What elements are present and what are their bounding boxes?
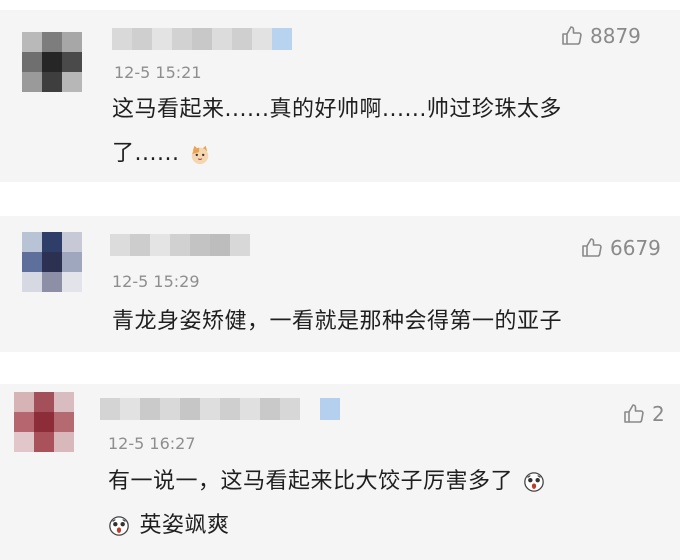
comment-text: 有一说一，这马看起来比大饺子厉害多了 英姿飒爽 [108, 460, 545, 548]
comment-line: 了...... [112, 132, 562, 176]
like-button[interactable]: 2 [622, 402, 665, 426]
comment-card: 6679 12-5 15:29 青龙身姿矫健，一看就是那种会得第一的亚子 [0, 216, 680, 352]
username[interactable] [100, 398, 360, 420]
thumbs-up-icon [562, 26, 582, 45]
like-button[interactable]: 6679 [580, 236, 661, 260]
comment-text: 这马看起来......真的好帅啊......帅过珍珠太多 了...... [112, 88, 562, 176]
comment-line: 有一说一，这马看起来比大饺子厉害多了 [108, 460, 545, 504]
avatar[interactable] [22, 232, 82, 292]
thumbs-up-icon [624, 404, 644, 423]
comment-text: 青龙身姿矫健，一看就是那种会得第一的亚子 [112, 300, 562, 344]
timestamp: 12-5 15:21 [114, 63, 202, 82]
comment-line: 这马看起来......真的好帅啊......帅过珍珠太多 [112, 97, 562, 122]
scared-face-icon [109, 516, 129, 536]
like-button[interactable]: 8879 [560, 24, 641, 48]
comment-card: 8879 12-5 15:21 这马看起来......真的好帅啊......帅过… [0, 10, 680, 182]
avatar[interactable] [14, 392, 74, 452]
timestamp: 12-5 16:27 [108, 434, 196, 453]
scared-face-icon [523, 472, 544, 492]
comment-line: 英姿飒爽 [108, 504, 545, 548]
comment-line: 青龙身姿矫健，一看就是那种会得第一的亚子 [112, 309, 563, 334]
comment-card: 2 12-5 16:27 有一说一，这马看起来比大饺子厉害多了 英姿飒爽 [0, 384, 680, 560]
username[interactable] [112, 28, 302, 50]
timestamp: 12-5 15:29 [112, 272, 200, 291]
like-count: 8879 [590, 24, 641, 48]
cat-face-icon [191, 145, 209, 165]
username[interactable] [110, 234, 250, 256]
avatar[interactable] [22, 32, 82, 92]
thumbs-up-icon [582, 238, 602, 257]
like-count: 2 [652, 402, 665, 426]
like-count: 6679 [610, 236, 661, 260]
